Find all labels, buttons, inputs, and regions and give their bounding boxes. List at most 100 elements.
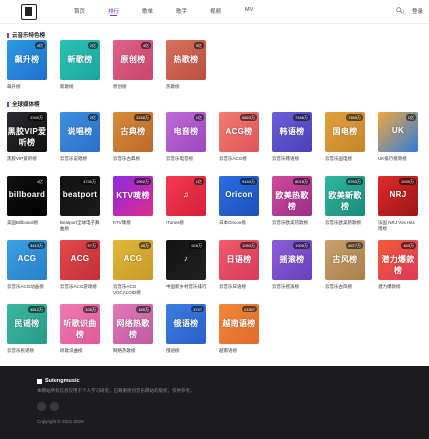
rank-card[interactable]: 欧美新歌榜 6763万云音乐欧美新歌榜 xyxy=(325,176,365,226)
rank-cover[interactable]: 日语榜 1093万 xyxy=(219,240,259,280)
rank-cover[interactable]: 欧美新歌榜 6763万 xyxy=(325,176,365,216)
rank-name[interactable]: 美国Billboard榜 xyxy=(7,220,47,226)
rank-card[interactable]: 听歌识曲榜 106万 听歌识曲榜 xyxy=(60,304,100,354)
rank-cover[interactable]: ♪ 526万 xyxy=(166,240,206,280)
login-link[interactable]: 登录 xyxy=(412,7,423,15)
rank-card[interactable]: 韩语榜 7166万云音乐韩语榜 xyxy=(272,112,312,162)
rank-name[interactable]: 云音乐ACG游戏榜 xyxy=(60,284,100,290)
github-icon[interactable] xyxy=(50,402,59,411)
rank-name[interactable]: iTunes榜 xyxy=(166,220,206,226)
rank-card[interactable]: ACG 3413万云音乐ACG动画榜 xyxy=(7,240,47,290)
rank-name[interactable]: 网络热歌榜 xyxy=(113,348,153,354)
weibo-icon[interactable] xyxy=(37,402,46,411)
rank-cover[interactable]: 民谣榜 4812万 xyxy=(7,304,47,344)
rank-name[interactable]: 云音乐欧美热歌榜 xyxy=(272,220,312,226)
rank-cover[interactable]: ACG榜 6823万 xyxy=(219,112,259,152)
rank-cover[interactable]: 原创榜 4亿 xyxy=(113,40,153,80)
rank-card[interactable]: 黑胶VIP爱听榜 2340万黑胶VIP爱听榜 xyxy=(7,112,47,162)
logo-icon[interactable] xyxy=(21,4,37,20)
rank-name[interactable]: Beatport全球电子舞曲榜 xyxy=(60,220,100,231)
nav-video[interactable]: 视频 xyxy=(210,7,221,15)
rank-card[interactable]: 古风榜 4877万云音乐古风榜 xyxy=(325,240,365,290)
rank-card[interactable]: KTV唛榜 1992万 KTV唛榜 xyxy=(113,176,153,226)
rank-name[interactable]: 云音乐国电榜 xyxy=(325,156,365,162)
rank-card[interactable]: beatport 4730万 Beatport全球电子舞曲榜 xyxy=(60,176,100,231)
rank-name[interactable]: 云音乐日语榜 xyxy=(219,284,259,290)
rank-name[interactable]: 云音乐古风榜 xyxy=(325,284,365,290)
rank-card[interactable]: 民谣榜 4812万云音乐民谣榜 xyxy=(7,304,47,354)
rank-card[interactable]: ♪526万中国新乡村音乐排行榜 xyxy=(166,240,206,290)
rank-card[interactable]: 说唱榜 2亿 云音乐说唱榜 xyxy=(60,112,100,162)
rank-cover[interactable]: 古风榜 4877万 xyxy=(325,240,365,280)
rank-cover[interactable]: 古典榜 3248万 xyxy=(113,112,153,152)
rank-cover[interactable]: 说唱榜 2亿 xyxy=(60,112,100,152)
rank-card[interactable]: 日语榜 1093万云音乐日语榜 xyxy=(219,240,259,290)
rank-card[interactable]: 新歌榜 2亿新歌榜 xyxy=(60,40,100,90)
rank-name[interactable]: 云音乐ACG动画榜 xyxy=(7,284,47,290)
rank-name[interactable]: 俄语榜 xyxy=(166,348,206,354)
rank-cover[interactable]: 热歌榜 9亿 xyxy=(166,40,206,80)
rank-card[interactable]: 电音榜 1亿云音乐电音榜 xyxy=(166,112,206,162)
rank-cover[interactable]: 越南语榜 43367 xyxy=(219,304,259,344)
rank-cover[interactable]: UK 1亿 xyxy=(378,112,418,152)
rank-cover[interactable]: 电音榜 1亿 xyxy=(166,112,206,152)
rank-name[interactable]: 黑胶VIP爱听榜 xyxy=(7,156,47,162)
rank-cover[interactable]: 网络热歌榜 169万 xyxy=(113,304,153,344)
rank-name[interactable]: 听歌识曲榜 xyxy=(60,348,100,354)
rank-cover[interactable]: 黑胶VIP爱听榜 2340万 xyxy=(7,112,47,152)
rank-cover[interactable]: Oricon 5144万 xyxy=(219,176,259,216)
rank-name[interactable]: 飙升榜 xyxy=(7,84,47,90)
rank-name[interactable]: 云音乐ACG榜 xyxy=(219,156,259,162)
rank-name[interactable]: 云音乐民谣榜 xyxy=(7,348,47,354)
rank-name[interactable]: 法国 NRJ Vos Hits 周榜 xyxy=(378,220,418,231)
rank-name[interactable]: UK排行榜周榜 xyxy=(378,156,418,162)
rank-card[interactable]: 欧美热歌榜 8018万云音乐欧美热歌榜 xyxy=(272,176,312,226)
rank-card[interactable]: ACG 97万 云音乐ACG游戏榜 xyxy=(60,240,100,290)
rank-name[interactable]: 日本Oricon榜 xyxy=(219,220,259,226)
rank-cover[interactable]: 欧美热歌榜 8018万 xyxy=(272,176,312,216)
rank-name[interactable]: 中国新乡村音乐排行榜 xyxy=(166,284,206,290)
rank-card[interactable]: 潜力爆款榜 463万 潜力爆款榜 xyxy=(378,240,418,290)
nav-home[interactable]: 首页 xyxy=(74,7,85,15)
nav-artist[interactable]: 歌手 xyxy=(176,7,187,15)
rank-card[interactable]: ACG榜 6823万云音乐ACG榜 xyxy=(219,112,259,162)
rank-card[interactable]: 原创榜 4亿原创榜 xyxy=(113,40,153,90)
rank-card[interactable]: Oricon 5144万日本Oricon榜 xyxy=(219,176,259,226)
rank-cover[interactable]: ♫ 1亿 xyxy=(166,176,206,216)
nav-rank[interactable]: 排行 xyxy=(108,7,119,16)
rank-cover[interactable]: billboard 4亿 xyxy=(7,176,47,216)
rank-card[interactable]: 热歌榜 9亿热歌榜 xyxy=(166,40,206,90)
rank-cover[interactable]: 国电榜 7465万 xyxy=(325,112,365,152)
rank-card[interactable]: 俄语榜 3747 俄语榜 xyxy=(166,304,206,354)
rank-card[interactable]: ACG 48万云音乐ACG VOCALOID榜 xyxy=(113,240,153,295)
rank-card[interactable]: billboard 4亿美国Billboard榜 xyxy=(7,176,47,226)
rank-name[interactable]: 潜力爆款榜 xyxy=(378,284,418,290)
rank-name[interactable]: 越南语榜 xyxy=(219,348,259,354)
search-icon[interactable] xyxy=(396,7,403,14)
nav-mv[interactable]: MV xyxy=(245,7,253,13)
rank-cover[interactable]: 新歌榜 2亿 xyxy=(60,40,100,80)
rank-cover[interactable]: beatport 4730万 xyxy=(60,176,100,216)
rank-card[interactable]: ♫ 1亿 iTunes榜 xyxy=(166,176,206,226)
rank-cover[interactable]: NRJ 2639万 xyxy=(378,176,418,216)
rank-cover[interactable]: 俄语榜 3747 xyxy=(166,304,206,344)
rank-name[interactable]: 原创榜 xyxy=(113,84,153,90)
rank-card[interactable]: 古典榜 3248万 云音乐古典榜 xyxy=(113,112,153,162)
rank-name[interactable]: 热歌榜 xyxy=(166,84,206,90)
rank-name[interactable]: 云音乐ACG VOCALOID榜 xyxy=(113,284,153,295)
rank-cover[interactable]: ACG 48万 xyxy=(113,240,153,280)
rank-name[interactable]: 云音乐韩语榜 xyxy=(272,156,312,162)
rank-name[interactable]: 云音乐欧美新歌榜 xyxy=(325,220,365,226)
rank-card[interactable]: UK 1亿 UK排行榜周榜 xyxy=(378,112,418,162)
rank-card[interactable]: 摇滚榜 1926万 云音乐摇滚榜 xyxy=(272,240,312,290)
rank-cover[interactable]: ACG 3413万 xyxy=(7,240,47,280)
nav-playlist[interactable]: 歌单 xyxy=(142,7,153,15)
rank-name[interactable]: 云音乐电音榜 xyxy=(166,156,206,162)
rank-card[interactable]: 国电榜 7465万云音乐国电榜 xyxy=(325,112,365,162)
rank-cover[interactable]: 韩语榜 7166万 xyxy=(272,112,312,152)
rank-card[interactable]: 越南语榜 43367 越南语榜 xyxy=(219,304,259,354)
rank-name[interactable]: 新歌榜 xyxy=(60,84,100,90)
rank-card[interactable]: 飙升榜 4亿飙升榜 xyxy=(7,40,47,90)
rank-cover[interactable]: 飙升榜 4亿 xyxy=(7,40,47,80)
rank-cover[interactable]: 摇滚榜 1926万 xyxy=(272,240,312,280)
